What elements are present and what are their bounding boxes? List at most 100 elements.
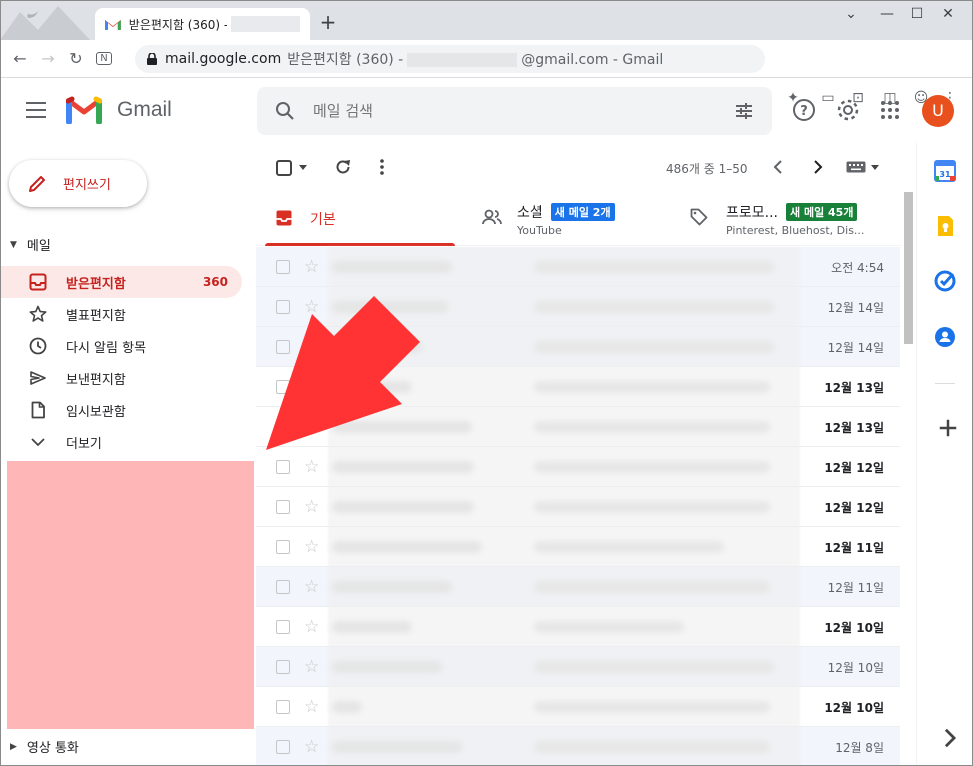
sidebar-nav: 받은편지함 360 별표편지함 다시 알림 항목 보낸편지함 임시보관함 더보기 [0,266,256,458]
gmail-header: Gmail ? U [0,79,973,143]
row-checkbox[interactable] [276,260,290,274]
email-date: 12월 13일 [824,381,884,395]
chevron-down-icon [28,432,48,452]
keyboard-icon[interactable] [846,161,866,173]
video-call-section-header[interactable]: ▶ 영상 통화 [10,737,79,756]
people-icon [482,209,502,225]
mail-section-header[interactable]: ▼ 메일 [10,235,51,254]
tab-name-text: 프로모... [726,205,778,221]
minimize-button[interactable]: — [877,6,897,22]
plus-icon[interactable] [937,417,959,439]
row-checkbox[interactable] [276,460,290,474]
tasks-icon[interactable] [934,270,956,292]
star-icon[interactable]: ☆ [304,537,319,557]
search-icon[interactable] [275,101,295,121]
background-image [0,0,90,40]
email-date: 12월 12일 [824,461,884,475]
svg-text:?: ? [800,104,808,119]
gmail-logo-icon[interactable] [66,96,102,124]
input-tools-dropdown-icon[interactable] [870,164,880,172]
email-date: 12월 10일 [824,701,884,715]
star-icon[interactable]: ☆ [304,737,319,757]
new-mail-badge: 새 메일 2개 [550,203,615,221]
back-icon[interactable]: ← [6,49,34,68]
address-path-prefix: 받은편지함 (360) - [287,52,404,68]
row-checkbox[interactable] [276,740,290,754]
chevron-right-icon[interactable] [812,159,824,175]
gear-icon[interactable] [836,98,860,122]
sidebar-item-label: 더보기 [66,436,102,452]
row-checkbox[interactable] [276,660,290,674]
email-date: 오전 4:54 [831,261,884,275]
draft-icon [28,400,48,420]
star-icon[interactable]: ☆ [304,577,319,597]
star-icon[interactable]: ☆ [304,257,319,277]
sidebar-item-sent[interactable]: 보낸편지함 [0,362,242,394]
email-date: 12월 8일 [835,741,884,755]
new-mail-badge: 새 메일 45개 [786,203,858,221]
category-tabs: 기본 소셜 새 메일 2개 YouTube 프로모... 새 메일 45개 Pint… [256,190,901,246]
side-panel: 31 [916,143,973,766]
reload-icon[interactable]: ↻ [62,49,90,68]
keep-icon[interactable] [934,215,956,237]
refresh-icon[interactable] [334,158,352,176]
email-date: 12월 12일 [824,501,884,515]
extension-n-icon[interactable]: N [90,52,118,65]
search-input[interactable] [313,99,713,123]
sidebar-item-drafts[interactable]: 임시보관함 [0,394,242,426]
tab-search-icon[interactable]: ⌄ [841,6,861,22]
row-checkbox[interactable] [276,540,290,554]
sidebar-item-snoozed[interactable]: 다시 알림 항목 [0,330,242,362]
search-bar [257,87,772,135]
highlight-overlay [7,461,254,729]
lock-icon [147,53,157,65]
apps-grid-icon[interactable] [878,98,902,122]
email-date: 12월 10일 [824,621,884,635]
select-all-checkbox[interactable] [276,160,292,176]
star-icon[interactable]: ☆ [304,457,319,477]
row-checkbox[interactable] [276,500,290,514]
tab-social[interactable]: 소셜 새 메일 2개 YouTube [476,190,686,246]
scrollbar[interactable] [902,190,914,766]
star-icon [28,304,48,324]
address-domain: mail.google.com [165,51,282,67]
more-options-icon[interactable] [378,158,386,176]
close-window-button[interactable]: ✕ [938,6,958,22]
tab-promotions[interactable]: 프로모... 새 메일 45개 Pinterest, Bluehost, Dis.… [686,190,901,246]
star-icon[interactable]: ☆ [304,657,319,677]
select-dropdown-icon[interactable] [298,164,308,172]
star-icon[interactable]: ☆ [304,697,319,717]
row-checkbox[interactable] [276,620,290,634]
send-icon [28,368,48,388]
tab-primary[interactable]: 기본 [256,190,476,246]
scrollbar-thumb[interactable] [904,192,913,344]
address-bar[interactable]: mail.google.com 받은편지함 (360) - @gmail.com … [135,45,765,73]
main-menu-icon[interactable] [26,102,46,118]
maximize-button[interactable]: ☐ [907,6,927,22]
forward-icon[interactable]: → [34,49,62,68]
contacts-icon[interactable] [934,326,956,348]
svg-text:31: 31 [939,170,951,179]
new-tab-button[interactable]: + [318,12,338,32]
tab-subtitle: YouTube [517,224,562,237]
compose-button[interactable]: 편지쓰기 [9,160,147,207]
sidebar-item-starred[interactable]: 별표편지함 [0,298,242,330]
chevron-right-icon[interactable] [939,727,961,749]
chevron-left-icon[interactable] [772,159,784,175]
star-icon[interactable]: ☆ [304,497,319,517]
star-icon[interactable]: ☆ [304,617,319,637]
avatar[interactable]: U [922,95,954,127]
pagination-text: 486개 중 1–50 [666,162,748,176]
sidebar-item-inbox[interactable]: 받은편지함 360 [0,266,242,298]
sidebar-item-more[interactable]: 더보기 [0,426,242,458]
search-options-icon[interactable] [734,101,754,121]
row-checkbox[interactable] [276,580,290,594]
row-checkbox[interactable] [276,700,290,714]
calendar-icon[interactable]: 31 [934,160,956,182]
browser-tab-gmail[interactable]: 받은편지함 (360) - [95,8,310,40]
tag-icon [690,208,708,226]
help-icon[interactable]: ? [792,98,816,122]
email-date: 12월 14일 [827,341,884,355]
email-date: 12월 13일 [824,421,884,435]
caret-down-icon: ▼ [10,239,17,250]
